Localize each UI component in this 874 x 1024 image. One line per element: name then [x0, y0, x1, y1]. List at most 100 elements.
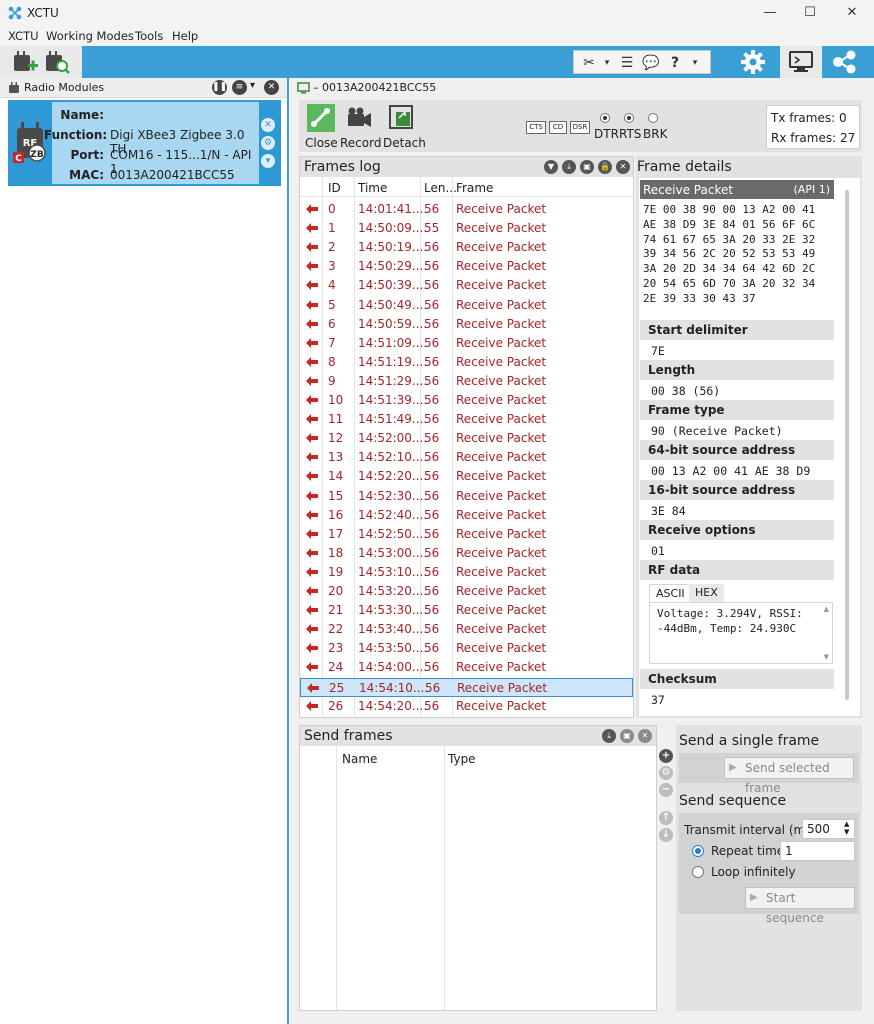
table-row[interactable]: 11 14:51:49.... 56 Receive Packet — [300, 410, 633, 429]
field-value-receive-options: 01 — [651, 544, 665, 558]
table-row[interactable]: 15 14:52:30.... 56 Receive Packet — [300, 487, 633, 506]
frame-details-scrollbar[interactable] — [845, 190, 849, 700]
table-row[interactable]: 12 14:52:00.... 56 Receive Packet — [300, 429, 633, 448]
table-row[interactable]: 22 14:53:40.... 56 Receive Packet — [300, 620, 633, 639]
menu-xctu[interactable]: XCTU — [8, 29, 39, 43]
clear-icon[interactable]: ✕ — [616, 160, 630, 174]
edit-frame-icon[interactable]: ⚙ — [659, 766, 673, 780]
network-mode-icon[interactable] — [830, 49, 860, 75]
table-row[interactable]: 26 14:54:20.... 56 Receive Packet — [300, 697, 633, 716]
pause-icon[interactable]: ❚❚ — [212, 80, 227, 95]
add-device-icon[interactable] — [12, 49, 38, 75]
table-row[interactable]: 6 14:50:59.... 56 Receive Packet — [300, 315, 633, 334]
table-row[interactable]: 5 14:50:49.... 56 Receive Packet — [300, 296, 633, 315]
filter-icon[interactable]: ▼ — [544, 160, 558, 174]
record-icon[interactable] — [343, 104, 375, 132]
rts-toggle[interactable] — [624, 113, 634, 123]
move-up-icon[interactable]: ↑ — [659, 811, 673, 825]
interval-spinner-icon[interactable]: ▲ ▼ — [844, 820, 849, 836]
field-header-16bit-address: 16-bit source address — [640, 480, 834, 500]
close-window-button[interactable]: ✕ — [830, 0, 874, 26]
frame-length: 56 — [424, 488, 440, 503]
col-id[interactable]: ID — [328, 181, 341, 195]
repeat-times-radio[interactable] — [692, 845, 704, 857]
brk-toggle[interactable] — [648, 113, 658, 123]
radio-module-card[interactable]: RF ZB C Name: Function: Digi XBee3 Zigbe… — [8, 100, 281, 186]
scroll-down-icon[interactable]: ▼ — [824, 653, 829, 661]
add-frame-icon[interactable]: + — [659, 749, 673, 763]
table-row[interactable]: 23 14:53:50.... 56 Receive Packet — [300, 639, 633, 658]
repeat-times-input[interactable]: 1 — [780, 841, 855, 861]
col-type[interactable]: Type — [448, 752, 476, 766]
col-frame[interactable]: Frame — [456, 181, 493, 195]
tools-dropdown-icon[interactable]: ▾ — [598, 54, 616, 72]
tab-hex[interactable]: HEX — [689, 584, 724, 602]
configuration-mode-gear-icon[interactable] — [738, 49, 768, 75]
remove-all-icon[interactable]: ✕ — [264, 80, 279, 95]
move-down-icon[interactable]: ↓ — [659, 828, 673, 842]
frames-library-icon[interactable]: ⤓ — [602, 729, 616, 743]
table-row[interactable]: 3 14:50:29.... 56 Receive Packet — [300, 257, 633, 276]
table-row[interactable]: 9 14:51:29.... 56 Receive Packet — [300, 372, 633, 391]
table-row[interactable]: 14 14:52:20.... 56 Receive Packet — [300, 467, 633, 486]
dtr-toggle[interactable] — [600, 113, 610, 123]
console-tab-title[interactable]: – 0013A200421BCC55 — [313, 81, 436, 94]
tools-icon[interactable]: ✂ — [580, 54, 598, 72]
clear-list-icon[interactable]: ✕ — [638, 729, 652, 743]
table-row[interactable]: 4 14:50:39.... 56 Receive Packet — [300, 276, 633, 295]
menu-tools[interactable]: Tools — [135, 29, 163, 43]
col-name[interactable]: Name — [342, 752, 377, 766]
loop-infinitely-radio[interactable] — [692, 866, 704, 878]
close-label[interactable]: Close — [305, 136, 338, 150]
table-row[interactable]: 24 14:54:00.... 56 Receive Packet — [300, 658, 633, 677]
save-list-icon[interactable]: ▣ — [620, 729, 634, 743]
minimize-button[interactable]: — — [748, 0, 792, 26]
export-icon[interactable]: ⤓ — [562, 160, 576, 174]
table-row[interactable]: 21 14:53:30.... 56 Receive Packet — [300, 601, 633, 620]
detach-label[interactable]: Detach — [383, 136, 426, 150]
lock-icon[interactable]: 🔒 — [598, 160, 612, 174]
send-selected-frame-button[interactable]: Send selected frame — [724, 757, 854, 795]
module-network-icon[interactable]: ⚙ — [261, 136, 275, 150]
close-connection-icon[interactable] — [305, 104, 337, 132]
table-row[interactable]: 16 14:52:40.... 56 Receive Packet — [300, 506, 633, 525]
table-row[interactable]: 20 14:53:20.... 56 Receive Packet — [300, 582, 633, 601]
table-row[interactable]: 0 14:01:41.... 56 Receive Packet — [300, 200, 633, 219]
frame-time: 14:50:59.... — [358, 316, 428, 331]
save-icon[interactable]: ▣ — [580, 160, 594, 174]
rf-data-ascii-box[interactable]: Voltage: 3.294V, RSSI: -44dBm, Temp: 24.… — [649, 602, 833, 664]
remove-frame-icon[interactable]: − — [659, 783, 673, 797]
start-sequence-button[interactable]: Start sequence — [745, 887, 855, 925]
record-label[interactable]: Record — [340, 136, 381, 150]
help-dropdown-icon[interactable]: ▾ — [686, 54, 704, 72]
scroll-up-icon[interactable]: ▲ — [824, 605, 829, 613]
remove-module-icon[interactable]: ✕ — [261, 118, 275, 132]
list-icon[interactable]: ≡ — [232, 80, 247, 95]
module-expand-icon[interactable]: ▾ — [261, 154, 275, 168]
table-row[interactable]: 1 14:50:09.... 55 Receive Packet — [300, 219, 633, 238]
table-row[interactable]: 10 14:51:39.... 56 Receive Packet — [300, 391, 633, 410]
menu-bar: XCTU Working Modes Tools Help — [0, 26, 874, 46]
table-row[interactable]: 25 14:54:10.... 56 Receive Packet — [300, 677, 633, 697]
table-row[interactable]: 7 14:51:09.... 56 Receive Packet — [300, 334, 633, 353]
discover-devices-icon[interactable] — [44, 49, 70, 75]
tab-ascii[interactable]: ASCII — [649, 584, 692, 602]
menu-working-modes[interactable]: Working Modes — [46, 29, 134, 43]
col-time[interactable]: Time — [358, 181, 387, 195]
frame-id: 4 — [328, 278, 336, 293]
detach-icon[interactable] — [385, 104, 417, 132]
frame-length: 56 — [424, 412, 440, 427]
consoles-mode-button[interactable] — [780, 46, 822, 78]
maximize-button[interactable]: ☐ — [788, 0, 832, 26]
help-icon[interactable]: ? — [666, 54, 684, 72]
menu-help[interactable]: Help — [172, 29, 198, 43]
table-row[interactable]: 18 14:53:00.... 56 Receive Packet — [300, 544, 633, 563]
chat-icon[interactable]: 💬 — [642, 54, 660, 72]
table-row[interactable]: 8 14:51:19.... 56 Receive Packet — [300, 353, 633, 372]
table-row[interactable]: 2 14:50:19.... 56 Receive Packet — [300, 238, 633, 257]
table-row[interactable]: 17 14:52:50.... 56 Receive Packet — [300, 525, 633, 544]
table-row[interactable]: 13 14:52:10.... 56 Receive Packet — [300, 448, 633, 467]
panel-menu-dropdown-icon[interactable]: ▾ — [250, 80, 255, 91]
table-row[interactable]: 19 14:53:10.... 56 Receive Packet — [300, 563, 633, 582]
frames-generator-icon[interactable]: ☰ — [618, 54, 636, 72]
